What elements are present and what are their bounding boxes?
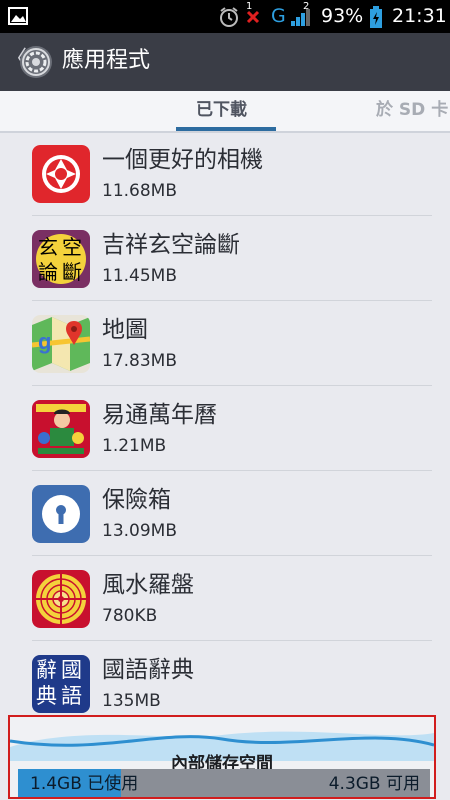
divider xyxy=(32,640,432,641)
list-item[interactable]: 一個更好的相機 11.68MB xyxy=(0,133,450,218)
battery-percent: 93% xyxy=(321,5,364,27)
icon-glyph: 空 xyxy=(62,235,82,259)
icon-glyph: 論 xyxy=(38,260,58,284)
icon-glyph: 斷 xyxy=(62,260,82,284)
app-name: 保險箱 xyxy=(102,487,171,513)
app-size: 17.83MB xyxy=(102,351,177,371)
text-tile-icon: 玄 空 論 斷 xyxy=(32,230,90,288)
icon-glyph: 國 xyxy=(61,658,82,682)
clock: 21:31 xyxy=(392,5,447,27)
divider xyxy=(32,555,432,556)
signal-strength-icon xyxy=(291,9,310,26)
tab-downloaded[interactable]: 已下載 xyxy=(196,99,247,121)
list-item[interactable]: 保險箱 13.09MB xyxy=(0,473,450,558)
text-tile-icon: 辭 國 典 語 xyxy=(32,655,90,713)
battery-charging-icon xyxy=(370,6,382,28)
camera-shutter-icon xyxy=(32,145,90,203)
storage-free-text: 4.3GB 可用 xyxy=(328,774,420,794)
no-signal-icon xyxy=(246,10,260,24)
app-size: 135MB xyxy=(102,691,161,711)
list-item[interactable]: 風水羅盤 780KB xyxy=(0,558,450,643)
app-name: 地圖 xyxy=(102,317,148,343)
icon-glyph: 辭 xyxy=(36,658,57,682)
app-name: 風水羅盤 xyxy=(102,572,194,598)
list-item[interactable]: 易通萬年曆 1.21MB xyxy=(0,388,450,473)
calendar-boy-icon xyxy=(32,400,90,458)
storage-used-text: 1.4GB 已使用 xyxy=(30,774,139,794)
maps-icon: g xyxy=(32,315,90,373)
svg-text:g: g xyxy=(38,329,51,354)
network-type-indicator: G xyxy=(271,5,286,27)
app-size: 780KB xyxy=(102,606,158,626)
app-name: 國語辭典 xyxy=(102,657,194,683)
icon-glyph: 語 xyxy=(61,684,82,708)
status-bar: 1 G 2 93% 21:31 xyxy=(0,0,450,33)
storage-usage-bar: 1.4GB 已使用 4.3GB 可用 xyxy=(18,769,430,797)
divider xyxy=(32,385,432,386)
tab-bar: 已下載 於 SD 卡 xyxy=(0,91,450,133)
tab-sd-card[interactable]: 於 SD 卡 xyxy=(376,99,448,121)
internal-storage-panel: 內部儲存空間 1.4GB 已使用 4.3GB 可用 xyxy=(8,715,436,799)
app-size: 13.09MB xyxy=(102,521,177,541)
compass-icon xyxy=(32,570,90,628)
divider xyxy=(32,300,432,301)
app-size: 11.45MB xyxy=(102,266,177,286)
page-title: 應用程式 xyxy=(62,48,151,73)
alarm-clock-icon xyxy=(220,7,238,27)
action-bar: 〈 應用程式 xyxy=(0,33,450,91)
divider xyxy=(32,470,432,471)
app-size: 1.21MB xyxy=(102,436,167,456)
icon-glyph: 玄 xyxy=(38,235,58,259)
app-name: 吉祥玄空論斷 xyxy=(102,232,240,258)
app-name: 易通萬年曆 xyxy=(102,402,217,428)
settings-gear-icon[interactable] xyxy=(18,44,54,80)
app-name: 一個更好的相機 xyxy=(102,147,263,173)
gallery-notification-icon xyxy=(8,7,28,25)
active-tab-indicator xyxy=(176,127,276,131)
safe-lock-icon xyxy=(32,485,90,543)
icon-glyph: 典 xyxy=(36,684,57,708)
divider xyxy=(32,215,432,216)
app-size: 11.68MB xyxy=(102,181,177,201)
list-item[interactable]: g 地圖 17.83MB xyxy=(0,303,450,388)
list-item[interactable]: 玄 空 論 斷 吉祥玄空論斷 11.45MB xyxy=(0,218,450,303)
